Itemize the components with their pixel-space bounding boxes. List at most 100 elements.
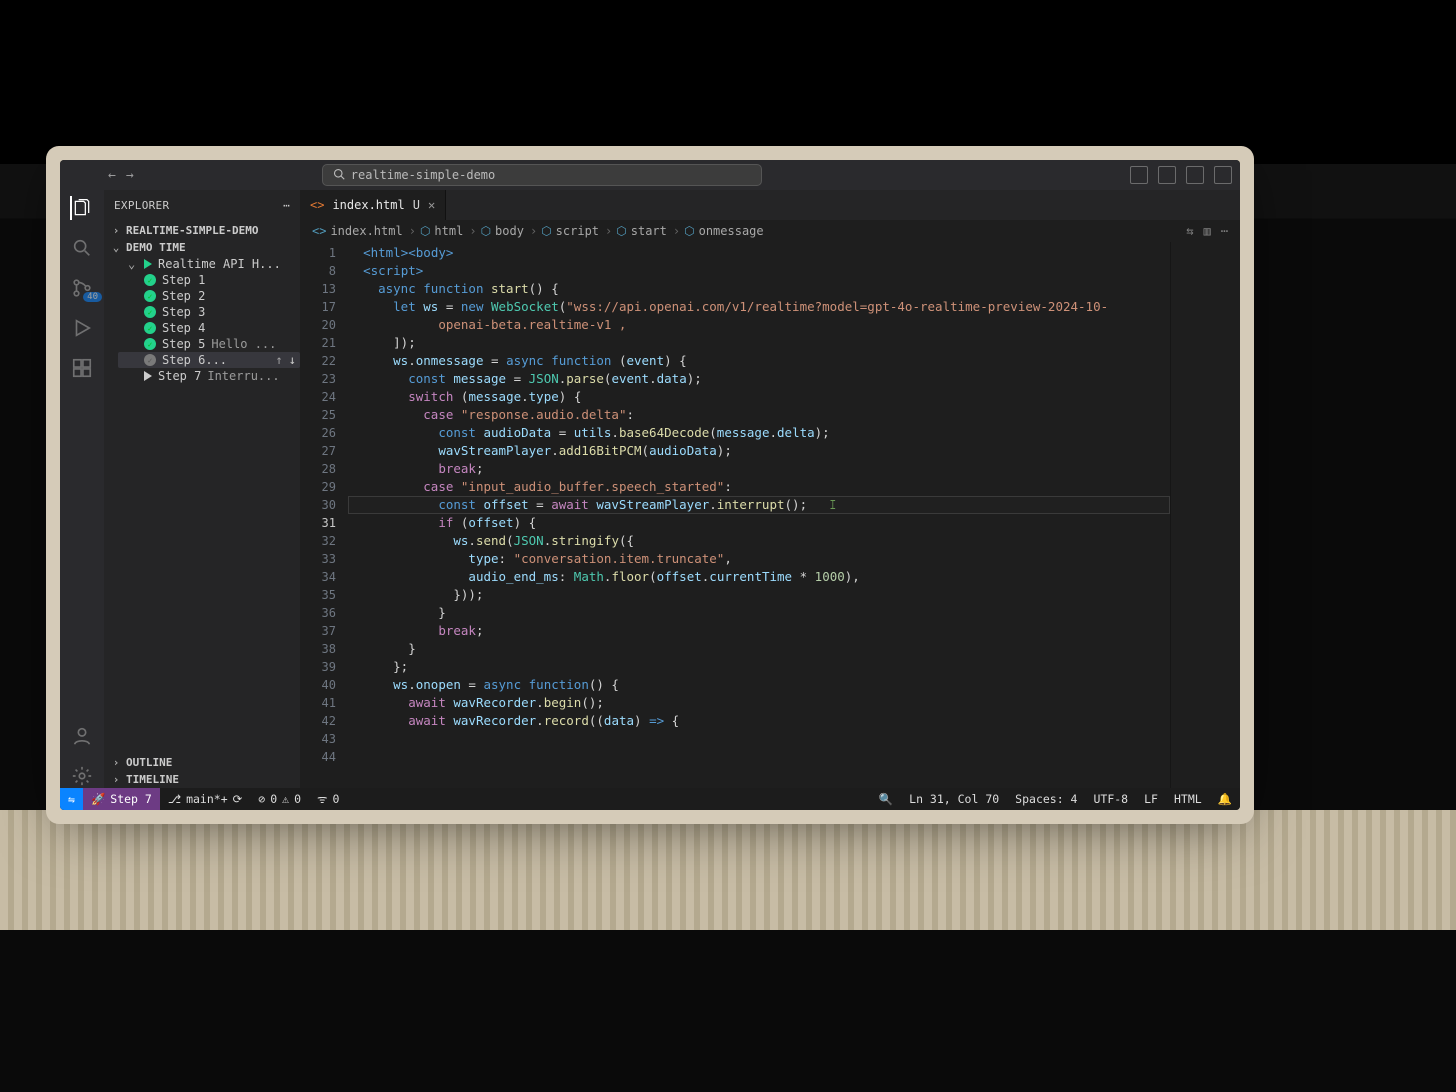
check-circle-icon bbox=[144, 274, 156, 286]
layout-custom-icon[interactable] bbox=[1214, 166, 1232, 184]
split-editor-icon[interactable]: ▥ bbox=[1204, 224, 1211, 238]
layout-primary-icon[interactable] bbox=[1130, 166, 1148, 184]
step-label: Step 7 bbox=[158, 369, 201, 383]
search-activity-icon[interactable] bbox=[70, 236, 94, 260]
code-line-27[interactable]: const audioData = utils.base64Decode(mes… bbox=[348, 424, 1170, 442]
breadcrumb-index.html[interactable]: <> index.html bbox=[312, 224, 403, 238]
code-line-21[interactable]: ]); bbox=[348, 334, 1170, 352]
breadcrumb-start[interactable]: › ⬡ start bbox=[605, 224, 667, 238]
layout-panel-icon[interactable] bbox=[1158, 166, 1176, 184]
step-item-4[interactable]: Step 4 bbox=[118, 320, 300, 336]
code-line-30[interactable]: case "input_audio_buffer.speech_started"… bbox=[348, 478, 1170, 496]
code-line-37[interactable]: } bbox=[348, 604, 1170, 622]
step-item-3[interactable]: Step 3 bbox=[118, 304, 300, 320]
more-actions-icon[interactable]: ⋯ bbox=[1221, 224, 1228, 238]
code-line-29[interactable]: break; bbox=[348, 460, 1170, 478]
status-indent[interactable]: Spaces: 4 bbox=[1007, 788, 1085, 810]
code-line-8[interactable]: <script> bbox=[348, 262, 1170, 280]
search-text: realtime-simple-demo bbox=[351, 168, 496, 182]
code-content[interactable]: <html><body> <script> async function sta… bbox=[348, 242, 1170, 788]
breadcrumbs[interactable]: <> index.html› ⬡ html› ⬡ body› ⬡ script›… bbox=[300, 220, 1240, 242]
html-file-icon: <> bbox=[312, 224, 326, 238]
status-encoding[interactable]: UTF-8 bbox=[1085, 788, 1136, 810]
folder-demo-time[interactable]: ⌄ DEMO TIME bbox=[104, 239, 300, 256]
step-item-6[interactable]: Step 6... ↑ ↓ bbox=[118, 352, 300, 368]
code-line-32[interactable]: if (offset) { bbox=[348, 514, 1170, 532]
status-eol[interactable]: LF bbox=[1136, 788, 1166, 810]
move-down-icon[interactable]: ↓ bbox=[289, 353, 296, 367]
check-circle-icon bbox=[144, 306, 156, 318]
explorer-icon[interactable] bbox=[70, 196, 94, 220]
status-language[interactable]: HTML bbox=[1166, 788, 1210, 810]
timeline-section[interactable]: › TIMELINE bbox=[104, 771, 300, 788]
step-item-5[interactable]: Step 5 Hello ... bbox=[118, 336, 300, 352]
compare-icon[interactable]: ⇆ bbox=[1186, 224, 1193, 238]
code-line-44[interactable]: await wavRecorder.record((data) => { bbox=[348, 712, 1170, 730]
sidebar-more-icon[interactable]: ⋯ bbox=[283, 199, 290, 212]
check-circle-icon bbox=[144, 354, 156, 366]
code-line-33[interactable]: ws.send(JSON.stringify({ bbox=[348, 532, 1170, 550]
code-line-38[interactable]: break; bbox=[348, 622, 1170, 640]
sync-icon[interactable]: ⟳ bbox=[233, 792, 243, 806]
code-line-31[interactable]: const offset = await wavStreamPlayer.int… bbox=[348, 496, 1170, 514]
chevron-right-icon: › bbox=[530, 224, 537, 238]
code-line-20[interactable]: openai-beta.realtime-v1 , bbox=[348, 316, 1170, 334]
code-line-43[interactable]: await wavRecorder.begin(); bbox=[348, 694, 1170, 712]
status-notifications[interactable]: 🔔 bbox=[1210, 788, 1240, 810]
settings-gear-icon[interactable] bbox=[70, 764, 94, 788]
html-file-icon: <> bbox=[310, 198, 324, 212]
code-line-13[interactable]: async function start() { bbox=[348, 280, 1170, 298]
layout-secondary-icon[interactable] bbox=[1186, 166, 1204, 184]
code-line-23[interactable]: ws.onmessage = async function (event) { bbox=[348, 352, 1170, 370]
code-line-1[interactable]: <html><body> bbox=[348, 244, 1170, 262]
status-problems[interactable]: ⊘0 ⚠0 bbox=[250, 788, 309, 810]
minimap[interactable] bbox=[1170, 242, 1240, 788]
explorer-sidebar: EXPLORER ⋯ › REALTIME-SIMPLE-DEMO ⌄ DEMO… bbox=[104, 190, 300, 788]
step-item-2[interactable]: Step 2 bbox=[118, 288, 300, 304]
run-debug-icon[interactable] bbox=[70, 316, 94, 340]
error-icon: ⊘ bbox=[258, 792, 265, 806]
status-step[interactable]: 🚀 Step 7 bbox=[83, 788, 160, 810]
close-tab-icon[interactable]: ✕ bbox=[428, 198, 435, 212]
nav-back-icon[interactable]: ← bbox=[108, 168, 116, 183]
move-up-icon[interactable]: ↑ bbox=[276, 353, 283, 367]
demo-root[interactable]: ⌄Realtime API H... bbox=[118, 256, 300, 272]
breadcrumb-body[interactable]: › ⬡ body bbox=[469, 224, 524, 238]
code-line-40[interactable]: }; bbox=[348, 658, 1170, 676]
code-editor[interactable]: 1813172021222324252627282930313233343536… bbox=[300, 242, 1240, 788]
radio-icon: ᯤ bbox=[317, 792, 328, 807]
code-line-42[interactable]: ws.onopen = async function() { bbox=[348, 676, 1170, 694]
breadcrumb-onmessage[interactable]: › ⬡ onmessage bbox=[673, 224, 764, 238]
step-item-1[interactable]: Step 1 bbox=[118, 272, 300, 288]
account-icon[interactable] bbox=[70, 724, 94, 748]
nav-forward-icon[interactable]: → bbox=[126, 168, 134, 183]
breadcrumb-script[interactable]: › ⬡ script bbox=[530, 224, 599, 238]
step-label: Step 6... bbox=[162, 353, 227, 367]
status-branch[interactable]: ⎇ main*+ ⟳ bbox=[160, 788, 250, 810]
code-line-39[interactable]: } bbox=[348, 640, 1170, 658]
status-ports[interactable]: ᯤ0 bbox=[309, 788, 347, 810]
breadcrumb-html[interactable]: › ⬡ html bbox=[409, 224, 464, 238]
step-suffix: Interru... bbox=[207, 369, 279, 383]
code-line-36[interactable]: })); bbox=[348, 586, 1170, 604]
tab-index-html[interactable]: <> index.html U ✕ bbox=[300, 190, 446, 220]
code-line-28[interactable]: wavStreamPlayer.add16BitPCM(audioData); bbox=[348, 442, 1170, 460]
code-line-26[interactable]: case "response.audio.delta": bbox=[348, 406, 1170, 424]
remote-indicator[interactable]: ⇋ bbox=[60, 788, 83, 810]
code-line-34[interactable]: type: "conversation.item.truncate", bbox=[348, 550, 1170, 568]
command-center[interactable]: realtime-simple-demo bbox=[322, 164, 762, 186]
status-cursor[interactable]: Ln 31, Col 70 bbox=[901, 788, 1007, 810]
code-line-17[interactable]: let ws = new WebSocket("wss://api.openai… bbox=[348, 298, 1170, 316]
folder-realtime-simple-demo[interactable]: › REALTIME-SIMPLE-DEMO bbox=[104, 222, 300, 239]
step-item-7[interactable]: Step 7 Interru... bbox=[118, 368, 300, 384]
tab-filename: index.html bbox=[332, 198, 404, 212]
source-control-icon[interactable] bbox=[70, 276, 94, 300]
status-feedback[interactable]: 🔍 bbox=[871, 788, 901, 810]
code-line-24[interactable]: const message = JSON.parse(event.data); bbox=[348, 370, 1170, 388]
chevron-right-icon: › bbox=[605, 224, 612, 238]
outline-section[interactable]: › OUTLINE bbox=[104, 754, 300, 771]
code-line-35[interactable]: audio_end_ms: Math.floor(offset.currentT… bbox=[348, 568, 1170, 586]
extensions-icon[interactable] bbox=[70, 356, 94, 380]
code-line-25[interactable]: switch (message.type) { bbox=[348, 388, 1170, 406]
symbol-icon: ⬡ bbox=[541, 224, 551, 238]
